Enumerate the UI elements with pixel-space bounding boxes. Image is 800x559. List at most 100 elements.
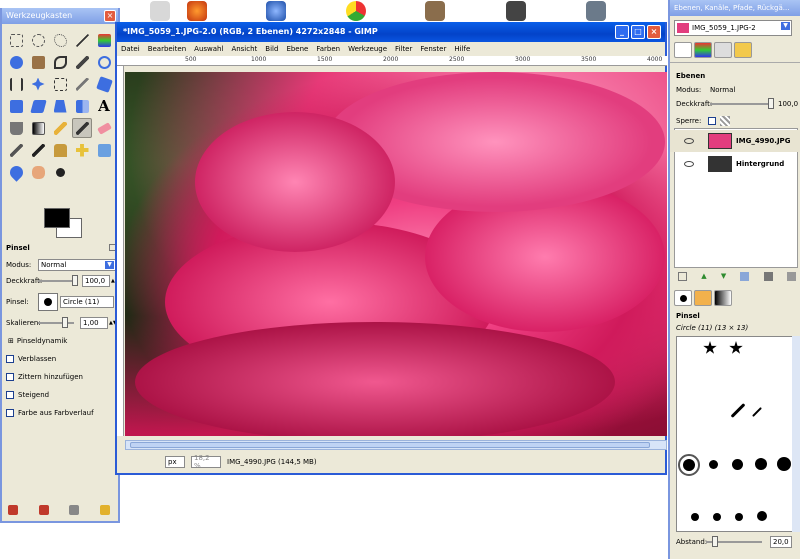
minimize-button[interactable]: _: [615, 25, 629, 39]
brush-stroke[interactable]: [752, 407, 762, 417]
gradient-color-checkbox-row[interactable]: Farbe aus Farbverlauf: [6, 406, 94, 420]
save-options-icon[interactable]: [8, 505, 18, 515]
color-picker-tool[interactable]: [72, 52, 92, 72]
anchor-layer-icon[interactable]: [763, 272, 773, 281]
horizontal-scrollbar[interactable]: [125, 440, 667, 450]
menu-ebene[interactable]: Ebene: [286, 45, 308, 53]
layer-row-hintergrund[interactable]: Hintergrund: [670, 153, 800, 175]
foreground-select-tool[interactable]: [28, 52, 48, 72]
restore-options-icon[interactable]: [38, 505, 49, 515]
eye-icon[interactable]: [684, 161, 694, 167]
media-icon[interactable]: [506, 1, 526, 21]
flip-tool[interactable]: [72, 96, 92, 116]
gimp-icon[interactable]: [425, 1, 445, 21]
desktop-app-icon[interactable]: [150, 1, 170, 21]
tab-layers[interactable]: [674, 42, 692, 58]
brush-preview-button[interactable]: [38, 293, 58, 311]
scale-tool[interactable]: [6, 96, 26, 116]
scrollbar-thumb[interactable]: [130, 442, 650, 448]
clone-tool[interactable]: [50, 140, 70, 160]
rect-select-tool[interactable]: [6, 30, 26, 50]
image-window-titlebar[interactable]: *IMG_5059_1.JPG-2.0 (RGB, 2 Ebenen) 4272…: [117, 22, 665, 42]
spacing-input[interactable]: 20,0: [770, 536, 792, 548]
pencil-tool[interactable]: [50, 118, 70, 138]
zoom-tool[interactable]: [94, 52, 114, 72]
layer-opacity-handle[interactable]: [768, 98, 774, 109]
ellipse-select-tool[interactable]: [28, 30, 48, 50]
tab-patterns[interactable]: [694, 290, 712, 306]
brush-circle-selected[interactable]: [678, 454, 700, 476]
layer-row-img4990[interactable]: IMG_4990.JPG: [670, 130, 800, 152]
vertical-ruler[interactable]: [117, 66, 124, 436]
move-tool[interactable]: [28, 74, 48, 94]
brush-circle[interactable]: [755, 458, 767, 470]
eye-icon[interactable]: [684, 138, 694, 144]
layer-opacity-slider[interactable]: [710, 98, 774, 109]
tab-brushes[interactable]: [674, 290, 692, 306]
align-tool[interactable]: [50, 74, 70, 94]
blend-tool[interactable]: [28, 118, 48, 138]
delete-options-icon[interactable]: [69, 505, 80, 515]
foreground-color-swatch[interactable]: [44, 208, 70, 228]
color-select-tool[interactable]: [94, 30, 114, 50]
scale-slider-handle[interactable]: [62, 317, 68, 328]
measure-tool[interactable]: [6, 74, 26, 94]
perspective-clone-tool[interactable]: [94, 140, 114, 160]
image-select[interactable]: IMG_5059_1.JPG-2 ▼: [674, 20, 792, 36]
unit-select[interactable]: px: [165, 456, 185, 468]
airbrush-tool[interactable]: [6, 140, 26, 160]
perspective-tool[interactable]: [50, 96, 70, 116]
incremental-checkbox[interactable]: [6, 391, 14, 399]
brush-circle[interactable]: [709, 460, 718, 469]
zoom-select[interactable]: 18,2 %: [191, 454, 221, 470]
reset-options-icon[interactable]: [99, 505, 110, 515]
ink-tool[interactable]: [28, 140, 48, 160]
bucket-fill-tool[interactable]: [6, 118, 26, 138]
menu-bild[interactable]: Bild: [265, 45, 278, 53]
brush-stroke[interactable]: [730, 403, 746, 418]
raise-layer-icon[interactable]: ▲: [701, 272, 706, 281]
brush-circle[interactable]: [757, 511, 767, 521]
gradient-color-checkbox[interactable]: [6, 409, 14, 417]
menu-werkzeuge[interactable]: Werkzeuge: [348, 45, 387, 53]
brush-grid[interactable]: [676, 336, 794, 532]
shear-tool[interactable]: [28, 96, 48, 116]
brush-grid-scrollbar[interactable]: [792, 336, 800, 532]
image-canvas[interactable]: [125, 72, 667, 436]
mode-select[interactable]: Normal ▼: [38, 259, 116, 271]
scissors-select-tool[interactable]: [6, 52, 26, 72]
layer-mode-value[interactable]: Normal: [710, 86, 735, 94]
new-layer-icon[interactable]: [678, 272, 687, 281]
fade-checkbox[interactable]: [6, 355, 14, 363]
fuzzy-select-tool[interactable]: [72, 30, 92, 50]
firefox-icon[interactable]: [187, 1, 207, 21]
maximize-button[interactable]: □: [631, 25, 645, 39]
scale-input[interactable]: 1,00: [80, 317, 108, 329]
delete-layer-icon[interactable]: [786, 272, 796, 281]
brush-circle[interactable]: [735, 513, 743, 521]
lock-pixels-checkbox[interactable]: [708, 117, 716, 125]
smudge-tool[interactable]: [28, 162, 48, 182]
menu-hilfe[interactable]: Hilfe: [454, 45, 470, 53]
menu-datei[interactable]: Datei: [121, 45, 140, 53]
free-select-tool[interactable]: [50, 30, 70, 50]
eraser-tool[interactable]: [94, 118, 114, 138]
crop-tool[interactable]: [72, 74, 92, 94]
paintbrush-tool[interactable]: [72, 118, 92, 138]
scale-slider[interactable]: [38, 317, 74, 328]
fade-checkbox-row[interactable]: Verblassen: [6, 352, 56, 366]
tab-channels[interactable]: [694, 42, 712, 58]
spacing-slider[interactable]: [706, 536, 762, 547]
menu-filter[interactable]: Filter: [395, 45, 412, 53]
opacity-input[interactable]: 100,0: [82, 275, 110, 287]
menu-farben[interactable]: Farben: [316, 45, 340, 53]
heal-tool[interactable]: [72, 140, 92, 160]
itunes-icon[interactable]: [266, 1, 286, 21]
incremental-checkbox-row[interactable]: Steigend: [6, 388, 49, 402]
brush-circle[interactable]: [777, 457, 791, 471]
dock-titlebar[interactable]: Ebenen, Kanäle, Pfade, Rückgä...: [670, 0, 800, 16]
horizontal-ruler[interactable]: 500 1000 1500 2000 2500 3000 3500 4000: [117, 56, 667, 66]
brush-circle[interactable]: [691, 513, 699, 521]
blur-tool[interactable]: [6, 162, 26, 182]
chrome-icon[interactable]: [346, 1, 366, 21]
